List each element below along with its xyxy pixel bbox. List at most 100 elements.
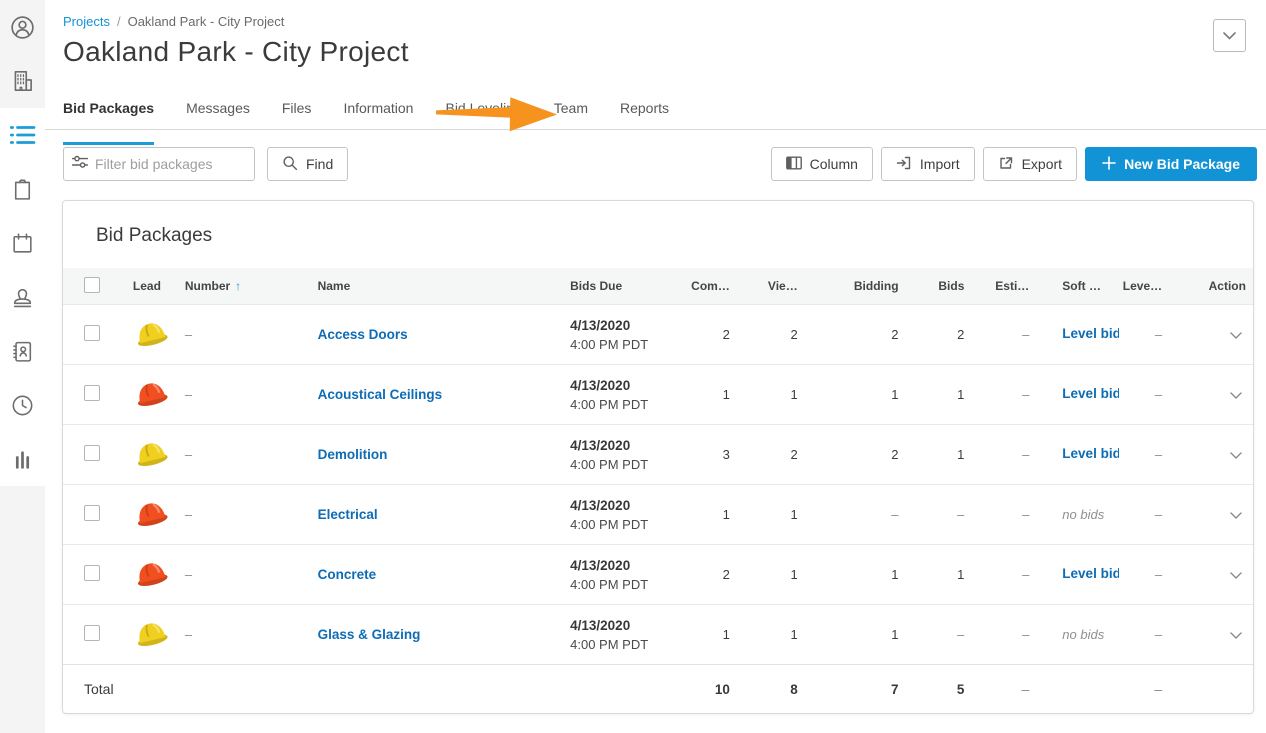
row-expand-chevron-icon[interactable] bbox=[1226, 443, 1246, 466]
export-button[interactable]: Export bbox=[983, 147, 1077, 181]
sidebar-item-bid-packages[interactable] bbox=[0, 108, 45, 162]
filter-input-wrapper bbox=[63, 147, 255, 181]
col-header-viewed[interactable]: Vie… bbox=[730, 279, 798, 293]
total-leveling: – bbox=[1119, 681, 1162, 697]
main-content: Projects/Oakland Park - City Project Oak… bbox=[45, 0, 1266, 733]
find-button-label: Find bbox=[306, 156, 333, 172]
sidebar-item-calendar[interactable] bbox=[0, 216, 45, 270]
toolbar: Find Column Import Export bbox=[45, 147, 1266, 181]
bidding-count: 2 bbox=[798, 447, 899, 462]
tab-information[interactable]: Information bbox=[343, 100, 413, 129]
import-button[interactable]: Import bbox=[881, 147, 975, 181]
sidebar-item-analytics[interactable] bbox=[0, 432, 45, 486]
tab-messages[interactable]: Messages bbox=[186, 100, 250, 129]
search-icon bbox=[282, 155, 298, 174]
row-number: – bbox=[185, 507, 318, 522]
leveling-value: – bbox=[1119, 447, 1162, 462]
table-row: – Concrete 4/13/20204:00 PM PDT 2 1 1 1 … bbox=[63, 544, 1253, 604]
tab-files[interactable]: Files bbox=[282, 100, 312, 129]
row-checkbox[interactable] bbox=[84, 565, 100, 581]
companies-count: 1 bbox=[690, 627, 730, 642]
bids-count: 1 bbox=[899, 447, 965, 462]
sidebar-item-company[interactable] bbox=[0, 54, 45, 108]
column-button-label: Column bbox=[810, 156, 858, 172]
breadcrumb-separator: / bbox=[117, 14, 121, 29]
row-checkbox[interactable] bbox=[84, 625, 100, 641]
bid-package-link[interactable]: Glass & Glazing bbox=[318, 627, 421, 642]
bid-package-link[interactable]: Access Doors bbox=[318, 327, 408, 342]
row-number: – bbox=[185, 387, 318, 402]
column-button[interactable]: Column bbox=[771, 147, 873, 181]
bid-package-link[interactable]: Electrical bbox=[318, 507, 378, 522]
sidebar-item-clipboard[interactable] bbox=[0, 162, 45, 216]
tab-reports[interactable]: Reports bbox=[620, 100, 669, 129]
filter-bid-packages-input[interactable] bbox=[95, 156, 235, 172]
sidebar-item-history[interactable] bbox=[0, 378, 45, 432]
bids-due-cell: 4/13/20204:00 PM PDT bbox=[570, 436, 690, 474]
tab-bid-packages[interactable]: Bid Packages bbox=[63, 100, 154, 129]
row-expand-chevron-icon[interactable] bbox=[1226, 563, 1246, 586]
row-number: – bbox=[185, 447, 318, 462]
bid-package-link[interactable]: Concrete bbox=[318, 567, 377, 582]
sidebar-item-contacts[interactable] bbox=[0, 324, 45, 378]
col-header-action: Action bbox=[1162, 279, 1253, 293]
tab-team[interactable]: Team bbox=[554, 100, 588, 129]
table-row: – Access Doors 4/13/20204:00 PM PDT 2 2 … bbox=[63, 304, 1253, 364]
row-checkbox[interactable] bbox=[84, 325, 100, 341]
bid-package-link[interactable]: Acoustical Ceilings bbox=[318, 387, 443, 402]
calendar-icon bbox=[10, 231, 35, 256]
row-checkbox[interactable] bbox=[84, 445, 100, 461]
col-header-number[interactable]: Number↑ bbox=[185, 279, 318, 293]
row-checkbox[interactable] bbox=[84, 505, 100, 521]
soft-status-link[interactable]: Level bids bbox=[1062, 446, 1119, 461]
col-header-companies[interactable]: Com… bbox=[690, 279, 730, 293]
import-button-label: Import bbox=[920, 156, 960, 172]
clock-icon bbox=[10, 393, 35, 418]
col-header-leveling[interactable]: Leve… bbox=[1119, 279, 1162, 293]
bid-package-link[interactable]: Demolition bbox=[318, 447, 388, 462]
col-header-estimate[interactable]: Esti… bbox=[964, 279, 1029, 293]
breadcrumb: Projects/Oakland Park - City Project bbox=[63, 14, 1266, 29]
soft-status-link[interactable]: Level bids bbox=[1062, 386, 1119, 401]
col-header-bidding[interactable]: Bidding bbox=[798, 279, 899, 293]
col-header-bids[interactable]: Bids bbox=[899, 279, 965, 293]
find-button[interactable]: Find bbox=[267, 147, 348, 181]
col-header-name[interactable]: Name bbox=[318, 279, 571, 293]
total-label: Total bbox=[63, 681, 125, 697]
companies-count: 1 bbox=[690, 387, 730, 402]
viewed-count: 1 bbox=[730, 387, 798, 402]
row-expand-chevron-icon[interactable] bbox=[1226, 623, 1246, 646]
new-bid-package-button[interactable]: New Bid Package bbox=[1085, 147, 1257, 181]
bidding-count: 1 bbox=[798, 567, 899, 582]
soft-status-text: no bids bbox=[1062, 627, 1104, 642]
sidebar-item-profile[interactable] bbox=[0, 0, 45, 54]
hard-hat-icon bbox=[133, 497, 169, 529]
chevron-down-icon bbox=[1223, 27, 1236, 45]
new-bid-package-label: New Bid Package bbox=[1124, 156, 1240, 172]
col-header-soft[interactable]: Soft … bbox=[1029, 279, 1119, 293]
bids-count: – bbox=[899, 507, 965, 522]
total-bids: 5 bbox=[899, 682, 965, 697]
breadcrumb-projects-link[interactable]: Projects bbox=[63, 14, 110, 29]
estimate-value: – bbox=[964, 627, 1029, 642]
leveling-value: – bbox=[1119, 507, 1162, 522]
row-expand-chevron-icon[interactable] bbox=[1226, 323, 1246, 346]
bids-count: 1 bbox=[899, 567, 965, 582]
sidebar-item-stamp[interactable] bbox=[0, 270, 45, 324]
viewed-count: 1 bbox=[730, 507, 798, 522]
soft-status-link[interactable]: Level bids bbox=[1062, 566, 1119, 581]
row-expand-chevron-icon[interactable] bbox=[1226, 383, 1246, 406]
bidding-count: 1 bbox=[798, 627, 899, 642]
select-all-checkbox[interactable] bbox=[84, 277, 100, 293]
col-header-bids-due[interactable]: Bids Due bbox=[570, 279, 690, 293]
clipboard-icon bbox=[10, 177, 35, 202]
tab-bid-leveling[interactable]: Bid Leveling bbox=[445, 100, 521, 129]
leveling-value: – bbox=[1119, 567, 1162, 582]
col-header-lead[interactable]: Lead bbox=[125, 279, 185, 293]
soft-status-link[interactable]: Level bids bbox=[1062, 326, 1119, 341]
row-checkbox[interactable] bbox=[84, 385, 100, 401]
column-table-icon bbox=[786, 155, 802, 174]
person-circle-icon bbox=[9, 14, 36, 41]
row-expand-chevron-icon[interactable] bbox=[1226, 503, 1246, 526]
header-collapse-button[interactable] bbox=[1213, 19, 1246, 52]
